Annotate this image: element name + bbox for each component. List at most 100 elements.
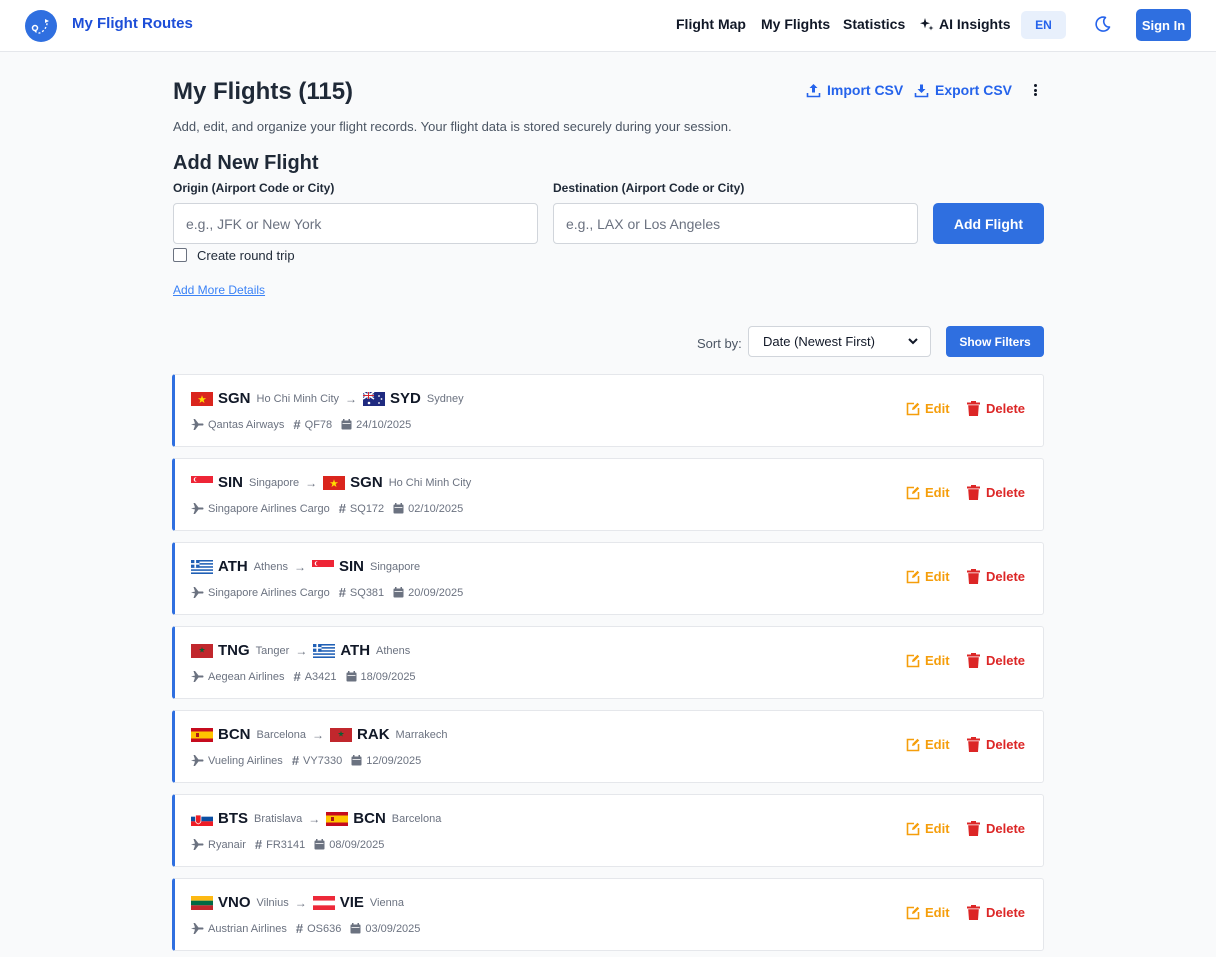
edit-icon xyxy=(906,906,920,919)
destination-city: Marrakech xyxy=(395,728,448,741)
airplane-icon xyxy=(191,419,204,430)
hash-icon: # xyxy=(293,417,301,432)
destination-city: Vienna xyxy=(369,896,404,909)
destination-code: BCN xyxy=(353,810,386,827)
destination-city: Ho Chi Minh City xyxy=(388,476,472,489)
delete-button[interactable]: Delete xyxy=(967,569,1025,584)
airplane-icon xyxy=(191,923,204,934)
add-flight-heading: Add New Flight xyxy=(173,152,319,174)
sort-select-value: Date (Newest First) xyxy=(763,334,875,349)
airline-name: Qantas Airways xyxy=(208,418,285,431)
delete-button[interactable]: Delete xyxy=(967,653,1025,668)
add-more-details-link[interactable]: Add More Details xyxy=(173,283,265,297)
edit-button[interactable]: Edit xyxy=(906,653,950,668)
sort-select[interactable]: Date (Newest First) xyxy=(748,326,931,357)
show-filters-button[interactable]: Show Filters xyxy=(946,326,1044,357)
origin-flag-icon xyxy=(191,391,213,406)
flight-route: SIN Singapore → SGN Ho Chi Minh City xyxy=(191,474,477,491)
origin-code: ATH xyxy=(218,558,248,575)
calendar-icon xyxy=(393,503,404,514)
destination-input[interactable] xyxy=(553,203,918,244)
edit-button[interactable]: Edit xyxy=(906,401,950,416)
origin-flag-icon xyxy=(191,475,213,490)
edit-icon xyxy=(906,738,920,751)
edit-icon xyxy=(906,402,920,415)
export-csv-button[interactable]: Export CSV xyxy=(914,82,1012,98)
add-flight-button[interactable]: Add Flight xyxy=(933,203,1044,244)
import-csv-button[interactable]: Import CSV xyxy=(806,82,903,98)
destination-flag-icon xyxy=(311,559,334,574)
round-trip-checkbox[interactable] xyxy=(173,248,187,262)
flight-date: 08/09/2025 xyxy=(329,838,385,851)
airplane-icon xyxy=(191,503,204,514)
edit-icon xyxy=(906,822,920,835)
delete-button[interactable]: Delete xyxy=(967,737,1025,752)
import-csv-label: Import CSV xyxy=(827,82,904,98)
destination-city: Singapore xyxy=(369,560,421,573)
hash-icon: # xyxy=(295,921,304,936)
edit-button[interactable]: Edit xyxy=(906,569,950,584)
flight-date: 20/09/2025 xyxy=(408,586,464,599)
flight-list: SGN Ho Chi Minh City → SYD Sydney Qantas… xyxy=(172,374,1044,957)
edit-button[interactable]: Edit xyxy=(906,821,950,836)
edit-label: Edit xyxy=(925,905,950,920)
route-arrow-icon: → xyxy=(305,475,318,490)
origin-city: Ho Chi Minh City xyxy=(256,392,340,405)
edit-icon xyxy=(906,570,920,583)
dark-mode-toggle[interactable] xyxy=(1093,14,1113,34)
airplane-icon xyxy=(191,755,204,766)
origin-flag-icon xyxy=(191,559,213,574)
sparkle-icon xyxy=(920,18,934,31)
edit-icon xyxy=(906,486,920,499)
nav-my-flights[interactable]: My Flights xyxy=(761,16,830,32)
language-selector[interactable]: EN xyxy=(1021,11,1066,39)
flight-card: BCN Barcelona → RAK Marrakech Vueling Ai… xyxy=(172,710,1044,783)
flight-card: TNG Tanger → ATH Athens Aegean Airlines … xyxy=(172,626,1044,699)
edit-label: Edit xyxy=(925,653,950,668)
edit-label: Edit xyxy=(925,401,950,416)
origin-input[interactable] xyxy=(173,203,538,244)
edit-button[interactable]: Edit xyxy=(906,485,950,500)
airplane-icon xyxy=(191,587,204,598)
nav-flight-map[interactable]: Flight Map xyxy=(676,16,746,32)
hash-icon: # xyxy=(338,585,346,600)
flight-number: SQ381 xyxy=(349,586,385,599)
edit-button[interactable]: Edit xyxy=(906,737,950,752)
destination-code: SIN xyxy=(338,558,364,575)
flight-route: TNG Tanger → ATH Athens xyxy=(191,642,416,659)
sign-in-button[interactable]: Sign In xyxy=(1136,9,1191,41)
flight-meta: Aegean Airlines # A3421 18/09/2025 xyxy=(191,669,425,684)
more-options-icon[interactable] xyxy=(1030,82,1040,98)
trash-icon xyxy=(967,401,980,416)
delete-button[interactable]: Delete xyxy=(967,401,1025,416)
sort-label: Sort by: xyxy=(697,336,742,351)
edit-button[interactable]: Edit xyxy=(906,905,950,920)
flight-meta: Singapore Airlines Cargo # SQ381 20/09/2… xyxy=(191,585,472,600)
destination-city: Athens xyxy=(376,644,411,657)
logo-route-icon[interactable] xyxy=(25,10,57,42)
origin-city: Singapore xyxy=(249,476,300,489)
origin-flag-icon xyxy=(191,643,213,658)
delete-button[interactable]: Delete xyxy=(967,821,1025,836)
delete-button[interactable]: Delete xyxy=(967,905,1025,920)
hash-icon: # xyxy=(293,669,301,684)
route-arrow-icon: → xyxy=(345,391,358,406)
page-title: My Flights (115) xyxy=(173,78,354,105)
download-icon xyxy=(914,84,929,97)
nav-statistics[interactable]: Statistics xyxy=(843,16,905,32)
destination-city: Sydney xyxy=(426,392,464,405)
airline-name: Singapore Airlines Cargo xyxy=(208,502,330,515)
brand-name[interactable]: My Flight Routes xyxy=(72,15,193,32)
nav-ai-insights[interactable]: AI Insights xyxy=(920,16,1011,32)
destination-flag-icon xyxy=(326,811,349,826)
flight-number: VY7330 xyxy=(303,754,343,767)
airline-name: Singapore Airlines Cargo xyxy=(208,586,330,599)
delete-button[interactable]: Delete xyxy=(967,485,1025,500)
flight-route: BTS Bratislava → BCN Barcelona xyxy=(191,810,447,827)
edit-icon xyxy=(906,654,920,667)
origin-flag-icon xyxy=(191,727,213,742)
destination-flag-icon xyxy=(323,475,346,490)
route-arrow-icon: → xyxy=(308,811,321,826)
flight-meta: Singapore Airlines Cargo # SQ172 02/10/2… xyxy=(191,501,472,516)
flight-card: ATH Athens → SIN Singapore Singapore Air… xyxy=(172,542,1044,615)
